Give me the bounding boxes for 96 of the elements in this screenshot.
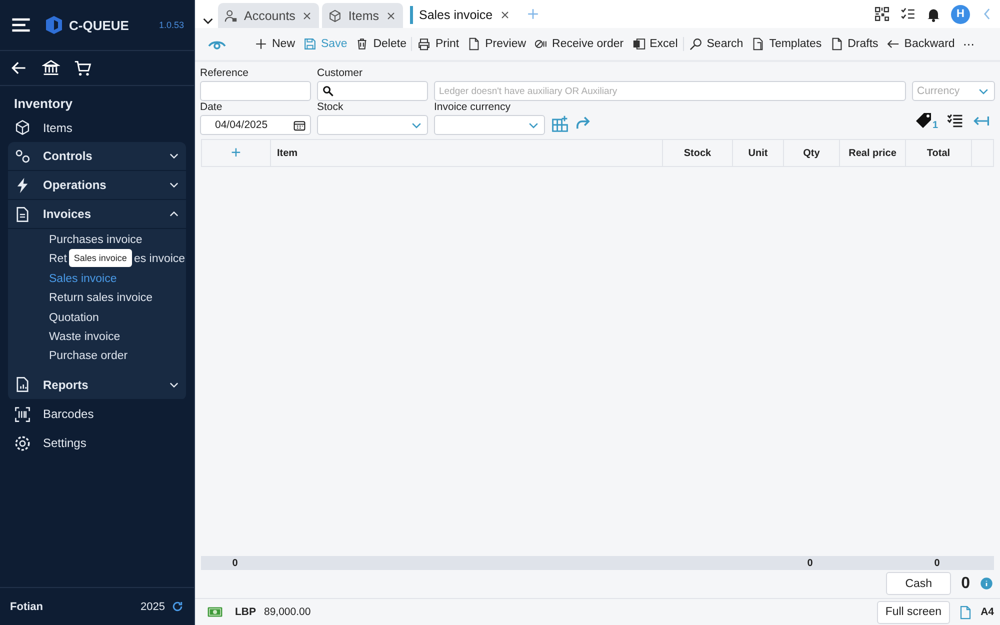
box-icon (328, 8, 342, 22)
currency-dropdown[interactable] (434, 115, 545, 135)
back-arrow-icon (886, 37, 900, 51)
cart-icon (74, 59, 92, 77)
bank-icon (42, 59, 60, 77)
document-icon (467, 37, 482, 51)
excel-icon (632, 37, 646, 51)
person-icon (224, 8, 238, 22)
toolbar-button[interactable]: Preview (466, 37, 528, 51)
checklist-icon (900, 6, 916, 22)
field-label: Reference (200, 66, 250, 81)
sidebar-item[interactable]: Settings (8, 428, 186, 458)
sidebar-group[interactable]: Invoices (8, 200, 186, 229)
save-icon (303, 37, 318, 51)
toolbar-button[interactable]: Drafts (828, 37, 880, 51)
grid-add-icon (551, 115, 569, 133)
toolbar-button[interactable]: New (253, 37, 296, 51)
user-name: Fotian (10, 600, 44, 612)
sidebar-group[interactable]: Controls (8, 142, 186, 171)
submenu-item[interactable]: Sales invoice (49, 270, 186, 290)
money-icon (207, 604, 223, 620)
total-value: 0 (934, 558, 940, 568)
toolbar-button[interactable]: ⋯ (962, 37, 976, 51)
cash-button[interactable]: Cash (886, 572, 952, 595)
date-field[interactable]: 04/04/2025 (200, 115, 311, 135)
checklist-icon (946, 112, 964, 130)
plus-icon (254, 37, 268, 51)
submenu-item[interactable]: Purchase order (49, 347, 186, 367)
version-label: 1.0.53 (158, 20, 184, 30)
stock-dropdown[interactable] (317, 115, 428, 135)
logo-icon (44, 15, 64, 35)
close-icon (384, 10, 397, 22)
toolbar-button[interactable]: Search (688, 37, 744, 51)
close-icon (301, 10, 314, 22)
year-label: 2025 (140, 600, 165, 612)
printer-icon (417, 37, 432, 51)
column-header: Unit (748, 148, 768, 158)
paper-icon (958, 604, 973, 620)
submenu-item[interactable]: es invoice (134, 250, 186, 270)
column-header: Total (926, 148, 950, 158)
tooltip: Sales invoice (68, 249, 132, 268)
column-header: Item (277, 148, 298, 158)
document-icon (830, 37, 844, 51)
calendar-icon (293, 118, 306, 132)
submenu-item[interactable]: Purchases invoice (49, 231, 186, 250)
sidebar-item[interactable]: Barcodes (8, 400, 186, 429)
submenu-item[interactable]: Quotation (49, 308, 186, 328)
reference-field[interactable] (200, 81, 311, 101)
close-icon (498, 9, 511, 21)
tag-count: 1 (932, 120, 938, 131)
customer-field[interactable] (317, 81, 428, 101)
submenu-item[interactable]: Return sales invoice (49, 289, 186, 309)
field-label: Customer (317, 66, 364, 81)
amount-value: 0 (961, 574, 970, 592)
templates-icon (751, 37, 766, 51)
add-tab-icon (526, 7, 540, 21)
sidebar-item[interactable]: Items (8, 113, 186, 142)
refresh-icon (171, 600, 184, 613)
column-header: Stock (684, 148, 712, 158)
notification-icon (926, 6, 941, 22)
app-name: C-QUEUE (69, 18, 129, 32)
document-icon (14, 206, 31, 222)
field-label: Invoice currency (434, 100, 512, 115)
settings-icon (14, 434, 31, 452)
toolbar-button[interactable]: Receive order (533, 37, 625, 51)
total-value: 0 (807, 558, 813, 568)
barcode-icon (14, 406, 31, 423)
sidebar-group[interactable]: Reports (8, 370, 186, 400)
column-header: Qty (803, 148, 820, 158)
forward-arrow-icon (575, 115, 591, 131)
search-icon (322, 85, 334, 97)
qr-code-icon (874, 6, 890, 22)
sidebar-group[interactable]: Operations (8, 171, 186, 200)
info-icon (980, 577, 993, 590)
fullscreen-button[interactable]: Full screen (877, 600, 950, 624)
toolbar-button[interactable]: Delete (354, 37, 408, 51)
search-icon (688, 37, 703, 51)
column-header: Real price (848, 148, 896, 158)
total-value: 0 (232, 558, 238, 568)
toolbar-button[interactable]: Backward (885, 37, 956, 51)
toolbar-button[interactable]: Excel (630, 37, 679, 51)
section-title: Inventory (13, 95, 74, 113)
report-icon (14, 376, 31, 394)
balance-value: 89,000.00 (264, 606, 311, 618)
paper-size[interactable]: A4 (980, 606, 994, 618)
box-icon (14, 119, 31, 136)
toolbar-button[interactable]: Print (416, 37, 460, 51)
submenu-item[interactable]: Ret (49, 250, 67, 270)
currency-label: LBP (235, 606, 256, 618)
toolbar-button[interactable]: Templates (750, 37, 823, 51)
field-label: Stock (317, 100, 344, 115)
submenu-item[interactable]: Waste invoice (49, 328, 186, 348)
tab[interactable]: Items (322, 3, 403, 28)
field-label: Date (200, 100, 224, 115)
receive-order-icon (534, 37, 548, 51)
tab[interactable]: Accounts (218, 3, 320, 28)
